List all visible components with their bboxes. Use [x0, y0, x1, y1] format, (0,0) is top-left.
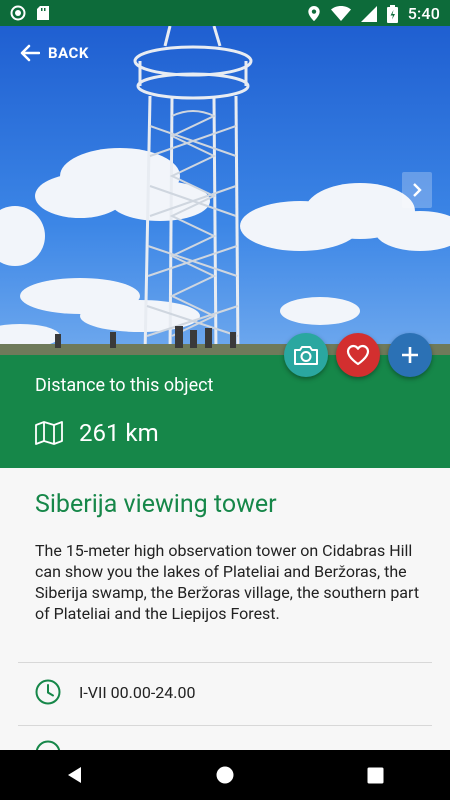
- chevron-right-icon: [413, 183, 422, 197]
- location-icon: [308, 5, 320, 22]
- back-label: BACK: [48, 44, 89, 62]
- nav-back-button[interactable]: [45, 750, 105, 800]
- distance-value: 261 km: [79, 419, 159, 447]
- camera-icon: [294, 346, 318, 365]
- nav-home-button[interactable]: [195, 750, 255, 800]
- plus-icon: [402, 347, 418, 363]
- object-details: Siberija viewing tower The 15-meter high…: [0, 468, 450, 766]
- status-time: 5:40: [407, 4, 440, 23]
- circle-home-icon: [216, 766, 234, 784]
- system-nav-bar: [0, 750, 450, 800]
- distance-panel: Distance to this object 261 km: [0, 355, 450, 468]
- distance-label: Distance to this object: [35, 375, 214, 396]
- camera-button[interactable]: [284, 333, 328, 377]
- next-image-button[interactable]: [402, 172, 432, 208]
- circle-status-icon: [10, 5, 26, 21]
- triangle-back-icon: [68, 767, 81, 783]
- hours-row: I-VII 00.00-24.00: [35, 679, 195, 705]
- nav-recents-button[interactable]: [345, 750, 405, 800]
- divider: [18, 725, 432, 726]
- tower-photo: [0, 26, 450, 355]
- object-title: Siberija viewing tower: [35, 490, 277, 519]
- arrow-left-icon: [20, 44, 40, 62]
- add-button[interactable]: [388, 333, 432, 377]
- object-description: The 15-meter high observation tower on C…: [35, 541, 420, 623]
- square-recents-icon: [367, 767, 383, 783]
- clock-icon: [35, 679, 61, 705]
- map-icon: [35, 421, 63, 445]
- sd-card-icon: [37, 6, 49, 20]
- back-button[interactable]: BACK: [20, 44, 89, 62]
- favorite-button[interactable]: [336, 333, 380, 377]
- hero-image: [0, 26, 450, 355]
- status-bar: 5:40: [0, 0, 450, 26]
- heart-icon: [346, 344, 370, 366]
- signal-icon: [360, 5, 377, 22]
- divider: [18, 662, 432, 663]
- wifi-icon: [330, 5, 351, 21]
- opening-hours: I-VII 00.00-24.00: [79, 682, 196, 702]
- battery-icon: [386, 4, 398, 23]
